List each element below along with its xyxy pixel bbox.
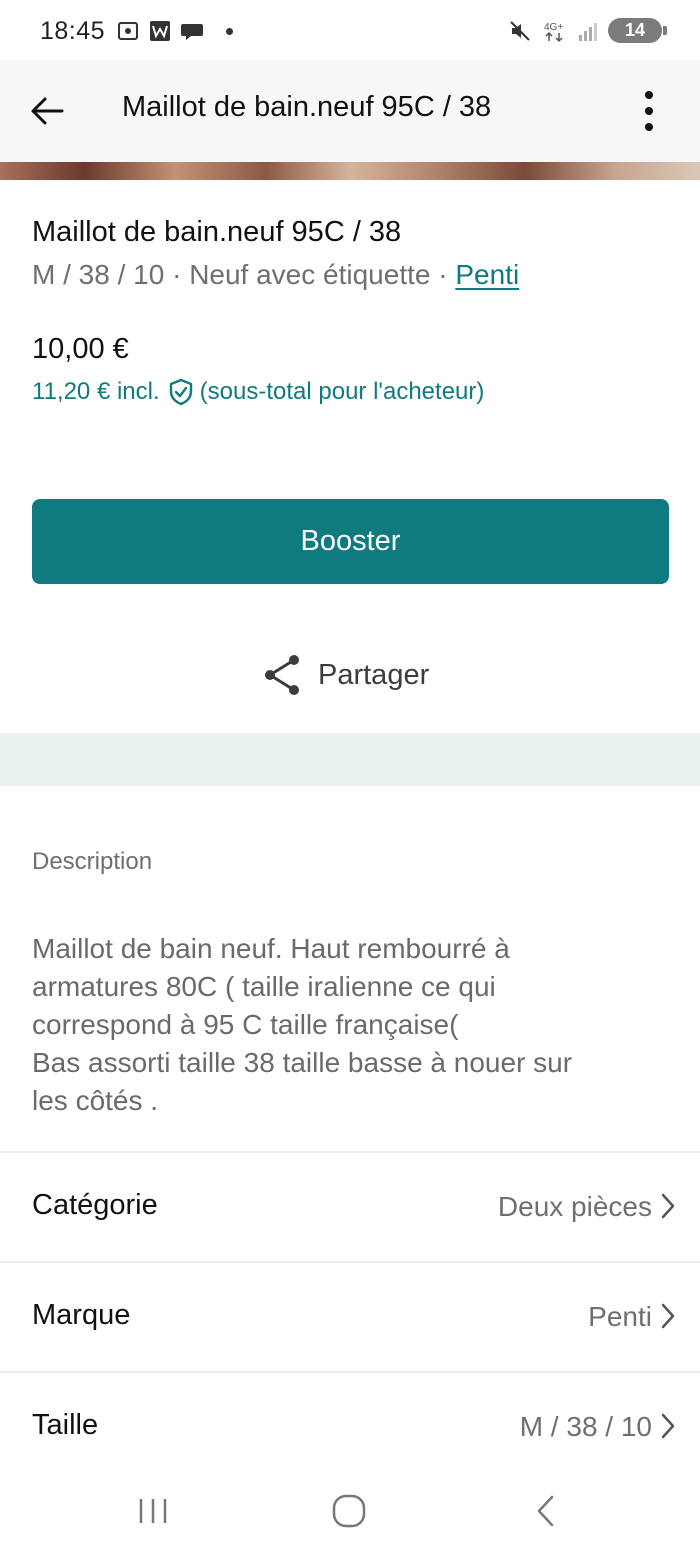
brand-value: Penti bbox=[588, 1301, 652, 1332]
item-summary: M / 38 / 10 · Neuf avec étiquette · Pent… bbox=[32, 259, 519, 291]
status-time: 18:45 bbox=[40, 17, 106, 45]
recent-apps-button[interactable] bbox=[123, 1486, 183, 1536]
detail-row-category[interactable]: Catégorie Deux pièces bbox=[0, 1151, 700, 1263]
system-nav-bar bbox=[0, 1468, 700, 1556]
size-label: Taille bbox=[32, 1409, 99, 1441]
home-icon bbox=[332, 1494, 366, 1528]
price-with-protection: 11,20 € bbox=[32, 378, 111, 405]
battery-level: 14 bbox=[624, 20, 646, 40]
share-label: Partager bbox=[318, 658, 430, 691]
detail-row-brand[interactable]: Marque Penti bbox=[0, 1261, 700, 1373]
svg-text:4G+: 4G+ bbox=[544, 22, 563, 33]
brand-label: Marque bbox=[32, 1299, 131, 1331]
incl-label: incl. bbox=[116, 378, 160, 405]
recent-apps-icon bbox=[139, 1499, 167, 1523]
page-title: Maillot de bain.neuf 95C / 38 bbox=[122, 91, 492, 123]
separator: · bbox=[164, 259, 190, 290]
category-value: Deux pièces bbox=[497, 1191, 652, 1222]
chat-bubble-icon bbox=[181, 24, 203, 40]
network-4g-icon: 4G+ bbox=[544, 22, 563, 42]
protection-note: (sous-total pour l'acheteur) bbox=[199, 378, 485, 405]
item-price: 10,00 € bbox=[32, 333, 129, 365]
buyer-protection-price[interactable]: 11,20 € incl. (sous-total pour l'acheteu… bbox=[32, 378, 484, 406]
arrow-left-icon bbox=[31, 97, 64, 125]
section-divider bbox=[0, 733, 700, 786]
system-back-button[interactable] bbox=[516, 1486, 576, 1536]
item-photo[interactable] bbox=[0, 162, 700, 180]
shield-check-icon bbox=[169, 378, 192, 406]
item-size: M / 38 / 10 bbox=[32, 259, 165, 290]
dot-icon bbox=[226, 27, 233, 35]
app-bar: Maillot de bain.neuf 95C / 38 bbox=[0, 60, 700, 162]
share-icon bbox=[265, 655, 299, 695]
category-label: Catégorie bbox=[32, 1189, 158, 1221]
chevron-right-icon bbox=[661, 1303, 675, 1329]
status-right-icons: 4G+ 14 bbox=[508, 18, 667, 43]
more-vertical-icon bbox=[645, 91, 653, 131]
status-bar: 18:45 4G+ 14 bbox=[0, 0, 700, 60]
screenshot-icon bbox=[118, 22, 138, 40]
back-button[interactable] bbox=[20, 84, 74, 138]
signal-icon bbox=[579, 22, 597, 41]
chevron-right-icon bbox=[661, 1193, 675, 1219]
status-left-icons bbox=[116, 18, 233, 44]
detail-row-size[interactable]: Taille M / 38 / 10 bbox=[0, 1371, 700, 1483]
mute-icon bbox=[510, 20, 530, 41]
size-value: M / 38 / 10 bbox=[519, 1411, 652, 1442]
share-button[interactable]: Partager bbox=[262, 650, 429, 700]
item-condition: Neuf avec étiquette bbox=[189, 259, 431, 290]
description-label: Description bbox=[32, 848, 153, 875]
battery-indicator: 14 bbox=[608, 18, 667, 43]
back-icon bbox=[537, 1495, 554, 1527]
booster-button[interactable]: Booster bbox=[32, 499, 669, 584]
separator: · bbox=[430, 259, 456, 290]
more-options-button[interactable] bbox=[622, 84, 676, 138]
home-button[interactable] bbox=[319, 1486, 379, 1536]
item-title: Maillot de bain.neuf 95C / 38 bbox=[32, 216, 402, 248]
description-text: Maillot de bain neuf. Haut rembourré à a… bbox=[32, 933, 573, 1116]
brand-link[interactable]: Penti bbox=[455, 259, 519, 290]
w-app-icon bbox=[150, 21, 170, 41]
chevron-right-icon bbox=[661, 1413, 675, 1439]
